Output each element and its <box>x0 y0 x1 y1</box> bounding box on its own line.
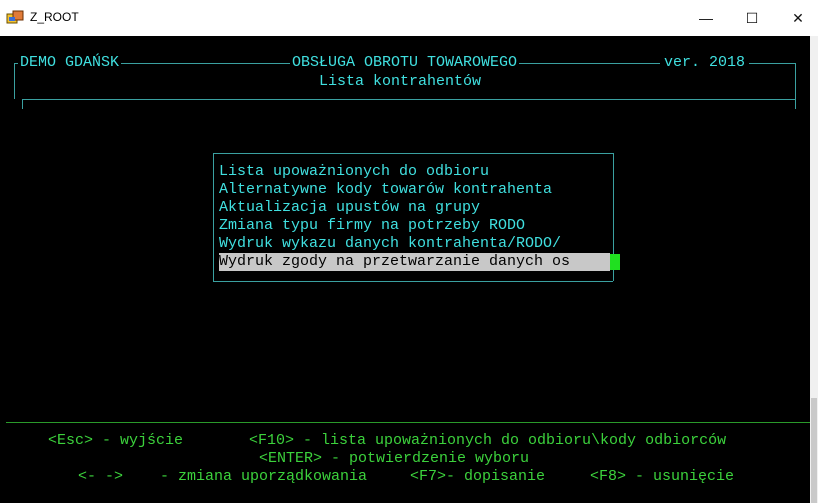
menu-item-company-type-rodo[interactable]: Zmiana typu firmy na potrzeby RODO <box>219 217 525 235</box>
close-button[interactable]: ✕ <box>775 0 818 36</box>
footer-separator <box>6 422 810 423</box>
hint-f7: <F7>- dopisanie <box>410 468 546 485</box>
menu-item-print-consent[interactable]: Wydruk zgody na przetwarzanie danych os <box>219 253 610 271</box>
list-frame-top <box>22 99 796 100</box>
menu-item-alternative-codes[interactable]: Alternatywne kody towarów kontrahenta <box>219 181 552 199</box>
hint-f8: <F8> - usunięcie <box>590 468 735 485</box>
minimize-button[interactable]: — <box>683 0 729 36</box>
text-cursor <box>610 254 620 270</box>
menu-frame-left <box>213 153 214 281</box>
header-frame-right <box>795 63 796 99</box>
scrollbar-thumb[interactable] <box>811 398 817 503</box>
menu-frame-bottom <box>213 281 613 282</box>
menu-item-discount-update[interactable]: Aktualizacja upustów na grupy <box>219 199 480 217</box>
hint-esc: <Esc> - wyjście <box>48 432 184 449</box>
app-icon <box>6 10 24 24</box>
window-titlebar: Z_ROOT — ☐ ✕ <box>0 0 818 36</box>
hint-enter: <ENTER> - potwierdzenie wyboru <box>259 450 530 467</box>
list-frame-right <box>795 99 796 109</box>
list-frame-left <box>22 99 23 109</box>
company-name: DEMO GDAŃSK <box>18 54 122 72</box>
hint-sort: - zmiana uporządkowania <box>160 468 368 485</box>
menu-item-authorized-list[interactable]: Lista upoważnionych do odbioru <box>219 163 489 181</box>
menu-item-print-data-rodo[interactable]: Wydruk wykazu danych kontrahenta/RODO/ <box>219 235 561 253</box>
hint-f10: <F10> - lista upoważnionych do odbioru\k… <box>249 432 727 449</box>
screen-title: Lista kontrahentów <box>319 73 482 90</box>
version-label: ver. 2018 <box>660 54 750 72</box>
header-frame-left <box>14 63 15 99</box>
window-title: Z_ROOT <box>30 10 79 24</box>
hint-arrows: <- -> <box>78 468 124 485</box>
module-title: OBSŁUGA OBROTU TOWAROWEGO <box>290 54 520 72</box>
console-area: DEMO GDAŃSK OBSŁUGA OBROTU TOWAROWEGO ve… <box>0 36 818 503</box>
menu-frame-top <box>213 153 613 154</box>
maximize-button[interactable]: ☐ <box>729 0 775 36</box>
